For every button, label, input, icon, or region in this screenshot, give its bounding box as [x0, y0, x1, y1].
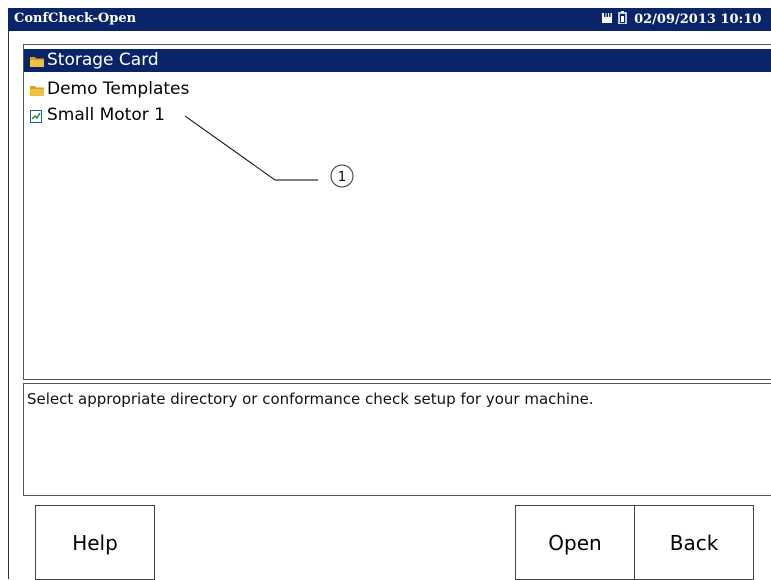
description-text: Select appropriate directory or conforma… — [27, 390, 594, 408]
callout-number: 1 — [338, 170, 346, 185]
open-button[interactable]: Open — [515, 505, 635, 580]
help-button[interactable]: Help — [35, 505, 155, 580]
back-button[interactable]: Back — [634, 505, 754, 580]
app-window: ConfCheck-Open 02/09/2013 10:10 Storage … — [0, 0, 771, 580]
description-panel: Select appropriate directory or conforma… — [23, 383, 771, 496]
